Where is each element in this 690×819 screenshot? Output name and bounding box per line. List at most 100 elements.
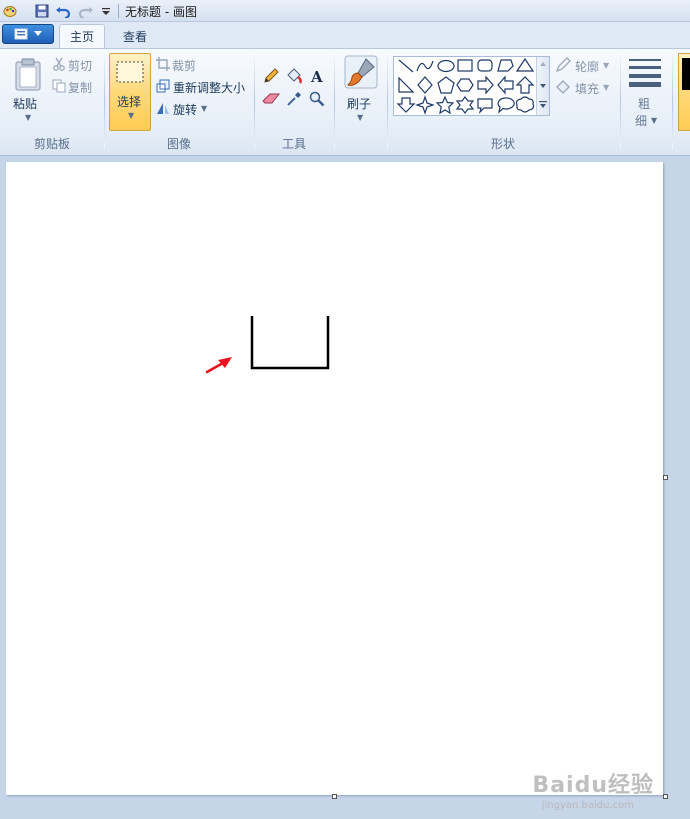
text-a-icon: A	[310, 68, 323, 84]
tools-group-label: 工具	[281, 137, 306, 151]
outline-pen-icon	[555, 57, 571, 73]
rotate-icon	[157, 103, 169, 114]
menu-icon	[14, 28, 28, 40]
canvas-drawing	[205, 316, 330, 374]
chevron-down-icon	[34, 31, 42, 36]
magnifier-tool-button[interactable]	[306, 89, 328, 109]
rectangle-shape-icon[interactable]	[457, 59, 473, 72]
brushes-button[interactable]: 刷子 ▼	[342, 55, 380, 135]
oval-callout-shape-icon[interactable]	[497, 97, 515, 114]
outline-button[interactable]: 轮廓 ▼	[555, 57, 615, 75]
brushes-dropdown-icon[interactable]: ▼	[357, 113, 363, 122]
five-point-star-shape-icon[interactable]	[435, 95, 455, 115]
window-title: 无标题 - 画图	[125, 5, 197, 19]
canvas-workspace[interactable]: Baidu经验 jingyan.baidu.com	[0, 157, 690, 819]
pencil-tool-button[interactable]	[260, 66, 282, 86]
line-shape-icon[interactable]	[398, 59, 414, 73]
cloud-callout-shape-icon[interactable]	[515, 96, 535, 113]
paste-label: 粘贴	[13, 97, 38, 111]
line-size-icon	[629, 59, 661, 87]
crop-button[interactable]: 裁剪	[156, 56, 206, 74]
paint-app-icon[interactable]	[2, 3, 18, 19]
text-tool-button[interactable]: A	[306, 66, 328, 86]
select-button[interactable]: 选择 ▼	[109, 53, 151, 131]
tab-view[interactable]: 查看	[113, 24, 157, 48]
ribbon-tab-row: 主页 查看	[0, 22, 690, 48]
fill-bucket-icon	[556, 80, 570, 94]
diamond-shape-icon[interactable]	[417, 76, 433, 94]
paste-icon	[15, 58, 41, 91]
rect-callout-shape-icon[interactable]	[477, 98, 493, 114]
four-point-star-shape-icon[interactable]	[415, 95, 435, 115]
curve-shape-icon[interactable]	[416, 60, 434, 72]
redo-icon[interactable]	[78, 3, 94, 19]
pentagon-shape-icon[interactable]	[437, 76, 455, 94]
size-dropdown-icon[interactable]: ▼	[651, 116, 657, 125]
color-picker-tool-button[interactable]	[283, 89, 305, 109]
paste-button[interactable]: 粘贴 ▼	[12, 55, 46, 135]
fill-button[interactable]: 填充 ▼	[555, 79, 615, 97]
rotate-dropdown-icon[interactable]: ▼	[201, 104, 207, 113]
drawn-bracket-shape[interactable]	[250, 316, 330, 370]
baidu-watermark: Baidu经验	[532, 773, 654, 798]
right-arrow-shape-icon[interactable]	[477, 75, 494, 95]
triangle-shape-icon[interactable]	[515, 57, 535, 72]
copy-button[interactable]: 复制	[52, 78, 100, 96]
magnifier-icon	[309, 91, 325, 107]
drawing-canvas[interactable]	[6, 162, 663, 795]
app-menu-button[interactable]	[2, 24, 54, 44]
canvas-resize-handle-corner[interactable]	[663, 794, 668, 799]
cut-label: 剪切	[68, 59, 93, 73]
pencil-icon	[264, 68, 279, 83]
baidu-watermark-url: jingyan.baidu.com	[541, 800, 634, 811]
hexagon-shape-icon[interactable]	[456, 78, 474, 92]
crop-icon	[156, 57, 170, 71]
resize-label: 重新调整大小	[173, 81, 246, 95]
brushes-label: 刷子	[347, 97, 372, 111]
fill-tool-button[interactable]	[283, 66, 305, 86]
customize-quick-access-icon[interactable]	[98, 3, 114, 19]
fill-dropdown-icon[interactable]: ▼	[603, 83, 609, 92]
canvas-resize-handle-bottom[interactable]	[332, 794, 337, 799]
polygon-shape-icon[interactable]	[497, 59, 514, 72]
svg-text:A: A	[310, 68, 323, 84]
shapes-gallery	[393, 56, 550, 116]
copy-icon	[52, 79, 66, 93]
size-label-line2: 细	[635, 114, 648, 128]
select-dropdown-icon[interactable]: ▼	[128, 111, 134, 120]
outline-label: 轮廓	[575, 60, 600, 74]
resize-button[interactable]: 重新调整大小	[156, 78, 248, 96]
shapes-gallery-scrollbar[interactable]	[536, 57, 549, 115]
left-arrow-shape-icon[interactable]	[497, 75, 514, 95]
rotate-button[interactable]: 旋转 ▼	[156, 100, 216, 118]
eraser-icon	[262, 93, 280, 104]
rounded-rectangle-shape-icon[interactable]	[477, 59, 493, 72]
down-arrow-shape-icon[interactable]	[396, 97, 416, 113]
rotate-label: 旋转	[173, 103, 198, 117]
canvas-resize-handle-right[interactable]	[663, 475, 668, 480]
crop-label: 裁剪	[172, 59, 197, 73]
clipboard-group-label: 剪贴板	[33, 137, 70, 151]
clipboard-group: 粘贴 ▼ 剪切 复制 剪贴板	[0, 49, 104, 155]
right-triangle-shape-icon[interactable]	[398, 76, 415, 93]
outline-dropdown-icon[interactable]: ▼	[603, 61, 609, 70]
up-arrow-shape-icon[interactable]	[515, 76, 535, 94]
select-label: 选择	[117, 95, 142, 109]
copy-label: 复制	[68, 81, 93, 95]
oval-shape-icon[interactable]	[437, 59, 455, 73]
tab-home[interactable]: 主页	[59, 24, 105, 48]
select-rect-icon	[116, 61, 144, 83]
size-button[interactable]: 粗 细 ▼	[626, 55, 666, 151]
eyedropper-icon	[287, 92, 301, 106]
paste-dropdown-icon[interactable]: ▼	[25, 113, 31, 122]
image-group-label: 图像	[166, 137, 191, 151]
gallery-scroll-arrows-icon	[539, 62, 547, 108]
ribbon-divider	[334, 55, 335, 149]
color1-button[interactable]	[678, 53, 690, 131]
undo-icon[interactable]	[55, 3, 71, 19]
save-icon[interactable]	[34, 3, 50, 19]
eraser-tool-button[interactable]	[260, 89, 282, 109]
six-point-star-shape-icon[interactable]	[455, 96, 475, 114]
brush-icon	[344, 55, 378, 89]
cut-button[interactable]: 剪切	[52, 56, 100, 74]
